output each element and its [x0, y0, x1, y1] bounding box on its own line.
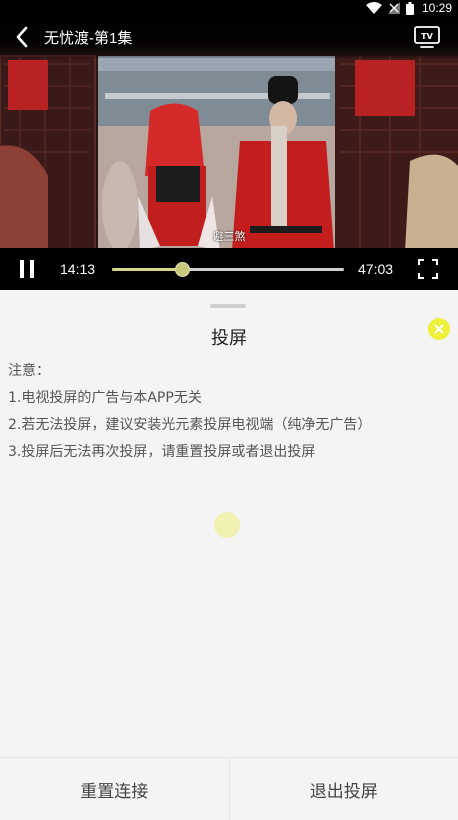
reset-connection-button[interactable]: 重置连接 [0, 758, 229, 820]
close-button[interactable] [428, 318, 450, 340]
svg-text:TV: TV [421, 32, 433, 41]
back-icon [16, 26, 28, 48]
drag-handle[interactable] [210, 304, 246, 308]
app-root: 10:29 无忧渡-第1集 TV 避三煞 14:13 47:03 投屏 注意： … [0, 0, 458, 820]
pause-icon [20, 260, 34, 278]
video-player[interactable]: 无忧渡-第1集 TV 避三煞 14:13 47:03 [0, 16, 458, 290]
pause-button[interactable] [0, 248, 54, 290]
loading-spinner [214, 512, 240, 538]
cast-panel-title: 投屏 [211, 328, 247, 349]
seek-thumb[interactable] [174, 262, 190, 277]
note-item: 3.投屏后无法再次投屏，请重置投屏或者退出投屏 [8, 444, 316, 460]
signal-icon [387, 2, 400, 14]
note-item: 2.若无法投屏，建议安装光元素投屏电视端（纯净无广告） [8, 417, 372, 433]
seek-progress [112, 268, 182, 271]
current-time: 14:13 [60, 261, 96, 277]
close-icon [434, 324, 444, 334]
player-top-bar: 无忧渡-第1集 [0, 16, 458, 58]
total-time: 47:03 [358, 261, 394, 277]
fullscreen-button[interactable] [418, 259, 438, 279]
note-item: 1.电视投屏的广告与本APP无关 [8, 390, 202, 406]
back-button[interactable] [0, 16, 44, 58]
video-title: 无忧渡-第1集 [44, 29, 133, 47]
cast-actions: 重置连接 退出投屏 [0, 757, 458, 820]
cast-panel: 投屏 注意： 1.电视投屏的广告与本APP无关 2.若无法投屏，建议安装光元素投… [0, 290, 458, 820]
wifi-icon [365, 2, 382, 14]
fullscreen-icon [418, 259, 438, 279]
video-subtitle: 避三煞 [212, 230, 246, 243]
status-time: 10:29 [421, 1, 452, 15]
player-controls: 14:13 47:03 [0, 248, 458, 290]
tv-cast-icon: TV [414, 26, 440, 48]
status-bar: 10:29 [0, 0, 458, 16]
exit-cast-button[interactable]: 退出投屏 [230, 758, 458, 820]
cast-notes: 注意： 1.电视投屏的广告与本APP无关 2.若无法投屏，建议安装光元素投屏电视… [8, 358, 453, 466]
note-heading: 注意： [8, 363, 50, 379]
tv-cast-button[interactable]: TV [414, 26, 440, 48]
seek-bar[interactable] [112, 259, 344, 279]
battery-icon [405, 1, 414, 15]
